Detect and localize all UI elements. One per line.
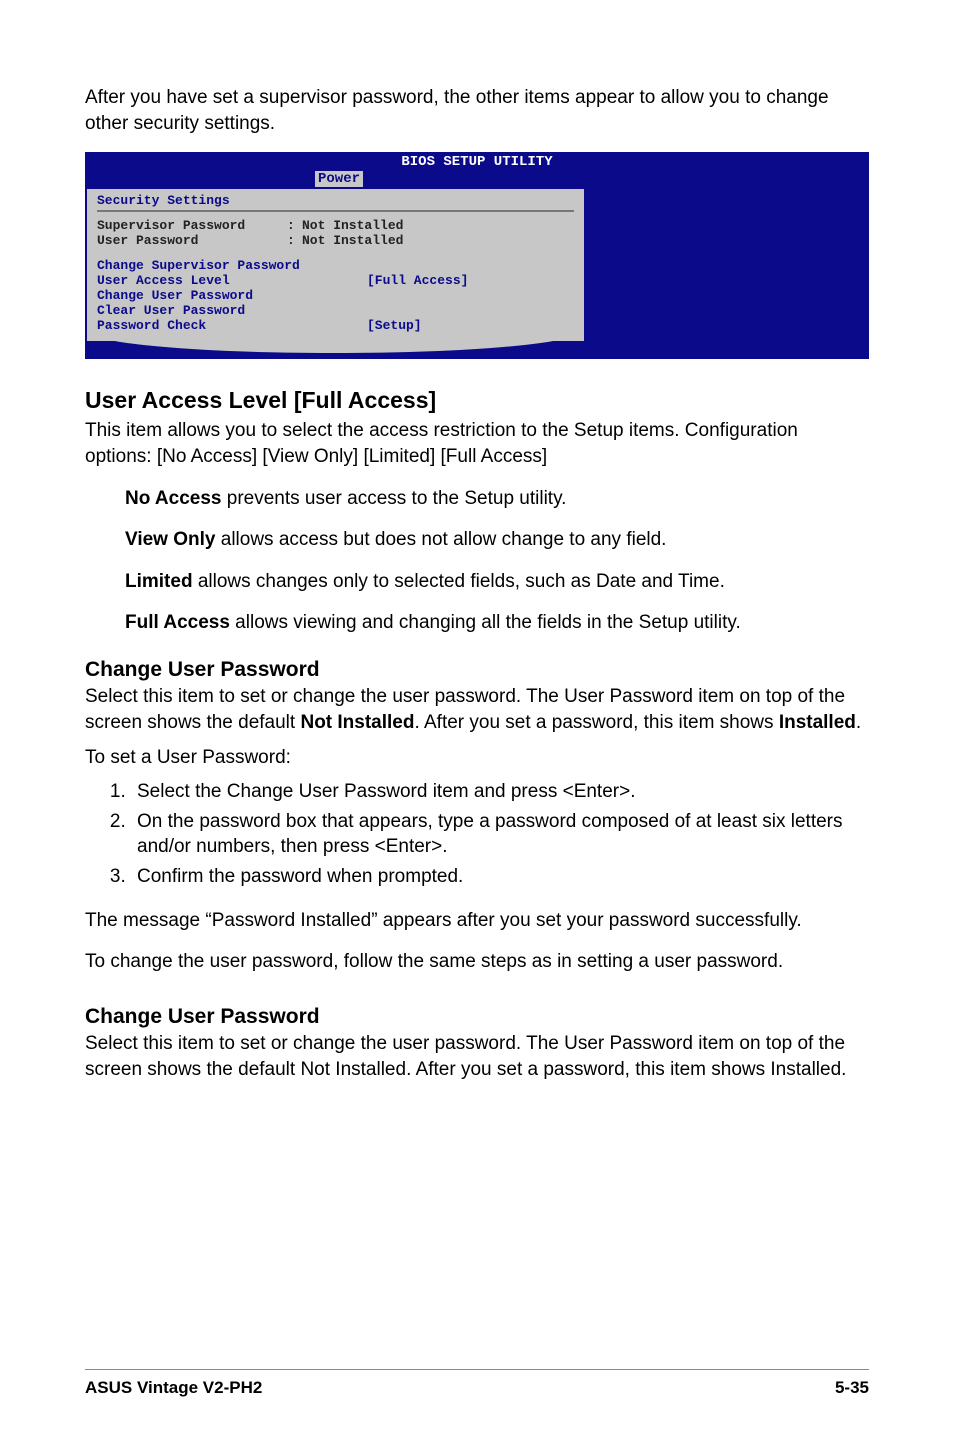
bios-option-row: User Access Level [Full Access] xyxy=(97,273,574,288)
bios-tab-row: Power xyxy=(85,171,869,189)
footer-right: 5-35 xyxy=(835,1378,869,1398)
bios-fade-bottom xyxy=(85,341,869,359)
step-item: On the password box that appears, type a… xyxy=(131,809,869,860)
bios-option-row: Change Supervisor Password xyxy=(97,258,574,273)
cup1-para4: To change the user password, follow the … xyxy=(85,949,869,975)
bios-status-row: Supervisor Password : Not Installed xyxy=(97,218,574,233)
step-item: Select the Change User Password item and… xyxy=(131,779,869,805)
bios-divider xyxy=(97,210,574,212)
bios-title: BIOS SETUP UTILITY xyxy=(85,152,869,171)
bios-section-title: Security Settings xyxy=(97,193,574,208)
ual-full-access: Full Access allows viewing and changing … xyxy=(125,610,869,636)
bios-screenshot: BIOS SETUP UTILITY Power Security Settin… xyxy=(85,152,869,359)
cup1-para2: To set a User Password: xyxy=(85,745,869,771)
intro-text: After you have set a supervisor password… xyxy=(85,85,869,136)
bios-left-panel: Security Settings Supervisor Password : … xyxy=(87,189,586,341)
heading-change-user-password-2: Change User Password xyxy=(85,1005,869,1029)
bios-status-row: User Password : Not Installed xyxy=(97,233,574,248)
cup1-para1: Select this item to set or change the us… xyxy=(85,684,869,735)
cup1-para3: The message “Password Installed” appears… xyxy=(85,908,869,934)
bios-option-row: Clear User Password xyxy=(97,303,574,318)
bios-option-row: Password Check [Setup] xyxy=(97,318,574,333)
cup2-para1: Select this item to set or change the us… xyxy=(85,1031,869,1082)
ual-limited: Limited allows changes only to selected … xyxy=(125,569,869,595)
footer-left: ASUS Vintage V2-PH2 xyxy=(85,1378,262,1398)
steps-list: Select the Change User Password item and… xyxy=(85,779,869,894)
bios-option-row: Change User Password xyxy=(97,288,574,303)
page-footer: ASUS Vintage V2-PH2 5-35 xyxy=(85,1369,869,1398)
bios-right-panel xyxy=(586,189,867,341)
heading-change-user-password-1: Change User Password xyxy=(85,658,869,682)
ual-no-access: No Access prevents user access to the Se… xyxy=(125,486,869,512)
heading-user-access-level: User Access Level [Full Access] xyxy=(85,387,869,414)
bios-active-tab: Power xyxy=(315,171,363,187)
step-item: Confirm the password when prompted. xyxy=(131,864,869,890)
ual-description: This item allows you to select the acces… xyxy=(85,418,869,469)
ual-view-only: View Only allows access but does not all… xyxy=(125,527,869,553)
